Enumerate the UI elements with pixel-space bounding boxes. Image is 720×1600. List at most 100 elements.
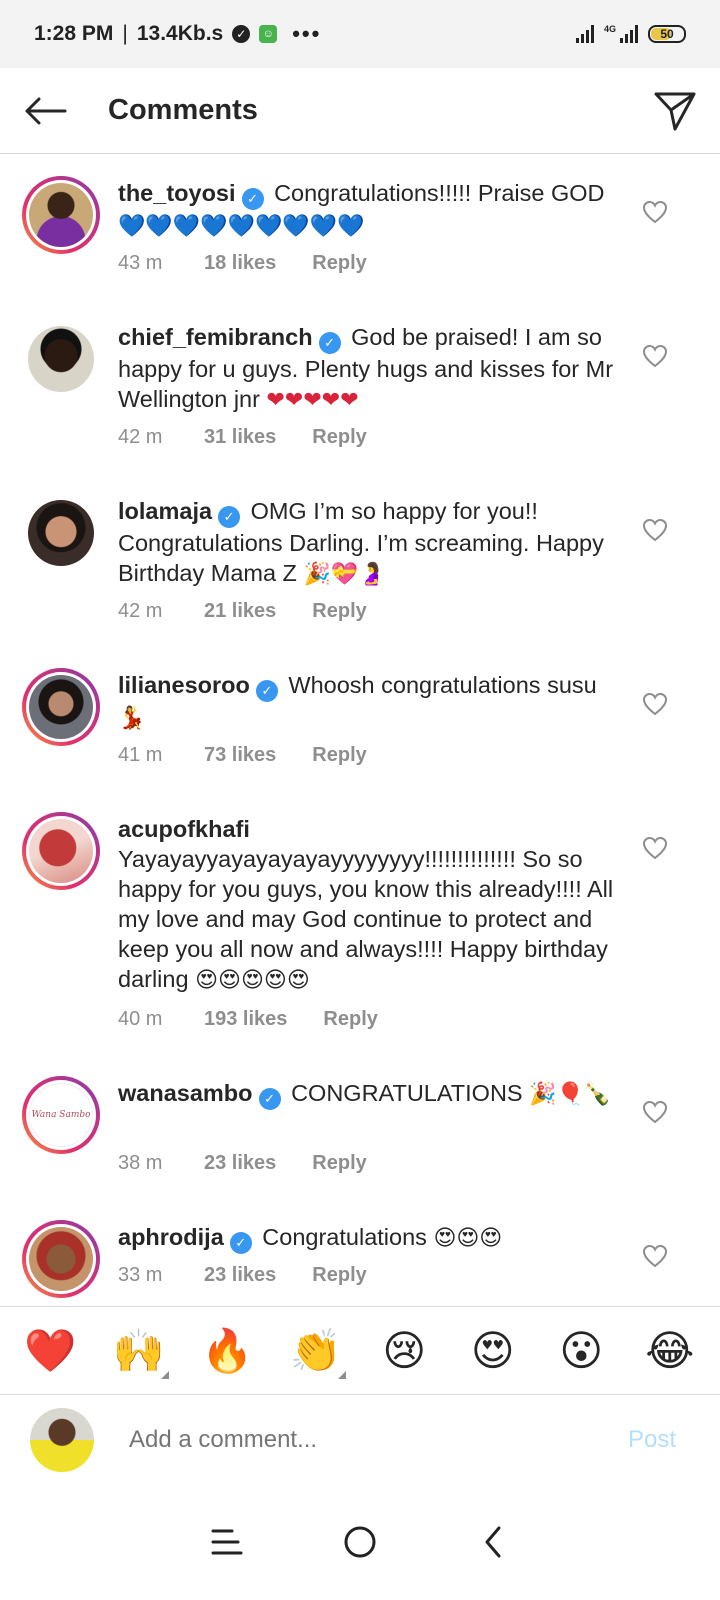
like-heart-icon[interactable] bbox=[642, 200, 668, 224]
comment-likes[interactable]: 23 likes bbox=[204, 1152, 276, 1175]
avatar-logo-text: Wana Sambo bbox=[31, 1110, 91, 1120]
status-left: 1:28 PM | 13.4Kb.s ✓ ☺ ••• bbox=[34, 21, 321, 47]
comment-text-block: lilianesoroo ✓ Whoosh congratulations sus… bbox=[118, 670, 628, 734]
emoji-raised-hands-button[interactable]: 🙌 bbox=[107, 1319, 171, 1383]
comment-text-block: wanasambo ✓ CONGRATULATIONS 🎉🎈🍾 bbox=[118, 1078, 628, 1110]
comment-meta: 42 m 21 likes Reply bbox=[118, 600, 367, 623]
avatar[interactable] bbox=[22, 812, 100, 890]
reply-button[interactable]: Reply bbox=[312, 744, 366, 767]
skin-tone-indicator-icon bbox=[160, 1370, 169, 1379]
verified-badge-icon: ✓ bbox=[258, 1088, 281, 1110]
reply-button[interactable]: Reply bbox=[312, 1264, 366, 1287]
comment-meta: 41 m 73 likes Reply bbox=[118, 744, 367, 767]
avatar[interactable]: Wana Sambo bbox=[22, 1076, 100, 1154]
comment-emojis: ❤❤❤❤❤ bbox=[266, 388, 359, 413]
verified-badge-icon: ✓ bbox=[318, 332, 341, 354]
comment-username[interactable]: acupofkhafi bbox=[118, 816, 250, 842]
verified-badge-icon: ✓ bbox=[255, 680, 278, 702]
comment-text: Congratulations!!!!! Praise GOD bbox=[274, 180, 605, 206]
comment-likes[interactable]: 21 likes bbox=[204, 600, 276, 623]
avatar[interactable] bbox=[22, 320, 100, 398]
system-navigation-bar bbox=[0, 1484, 720, 1600]
like-heart-icon[interactable] bbox=[642, 518, 668, 542]
skin-tone-indicator-icon bbox=[337, 1370, 346, 1379]
post-button[interactable]: Post bbox=[628, 1426, 676, 1454]
signal-icon-secondary bbox=[620, 25, 638, 43]
reply-button[interactable]: Reply bbox=[312, 1152, 366, 1175]
app-notification-icon: ☺ bbox=[259, 25, 278, 43]
status-separator: | bbox=[122, 22, 128, 45]
emoji-surprised-button[interactable]: 😮 bbox=[549, 1319, 613, 1383]
avatar[interactable] bbox=[22, 1220, 100, 1298]
status-network-speed: 13.4Kb.s bbox=[136, 22, 224, 45]
network-type-label: 4G bbox=[603, 24, 616, 34]
check-circle-icon: ✓ bbox=[232, 25, 251, 43]
comment-username[interactable]: lilianesoroo bbox=[118, 672, 250, 698]
status-bar: 1:28 PM | 13.4Kb.s ✓ ☺ ••• 4G 50 bbox=[0, 0, 720, 68]
comment-text: Congratulations bbox=[262, 1224, 427, 1250]
like-heart-icon[interactable] bbox=[642, 1100, 668, 1124]
like-heart-icon[interactable] bbox=[642, 692, 668, 716]
like-heart-icon[interactable] bbox=[642, 344, 668, 368]
comment-username[interactable]: chief_femibranch bbox=[118, 324, 313, 350]
emoji-fire-button[interactable]: 🔥 bbox=[195, 1319, 259, 1383]
comment-meta: 40 m 193 likes Reply bbox=[118, 1008, 378, 1031]
comment-time: 41 m bbox=[118, 744, 163, 766]
avatar[interactable] bbox=[22, 494, 100, 572]
avatar[interactable] bbox=[22, 668, 100, 746]
comment-text-block: lolamaja ✓ OMG I’m so happy for you!! Con… bbox=[118, 496, 628, 590]
share-button[interactable] bbox=[630, 68, 720, 154]
more-notifications-icon: ••• bbox=[292, 21, 322, 46]
verified-badge-icon: ✓ bbox=[218, 506, 241, 528]
comment-emojis: 😍😍😍 bbox=[433, 1226, 503, 1251]
comment-likes[interactable]: 193 likes bbox=[204, 1008, 287, 1031]
comment-emojis: 😍😍😍😍😍 bbox=[195, 968, 310, 993]
comment-text-block: the_toyosi ✓ Congratulations!!!!! Praise … bbox=[118, 178, 628, 242]
comment-meta: 42 m 31 likes Reply bbox=[118, 426, 367, 449]
comment-text: Yayayayyayayayayayyyyyyyy!!!!!!!!!!!!!! … bbox=[118, 846, 614, 992]
comment-time: 42 m bbox=[118, 600, 163, 622]
current-user-avatar bbox=[30, 1407, 94, 1472]
comment-likes[interactable]: 73 likes bbox=[204, 744, 276, 767]
home-circle-icon bbox=[344, 1526, 376, 1558]
comment-time: 43 m bbox=[118, 252, 163, 274]
comment-time: 42 m bbox=[118, 426, 163, 448]
like-heart-icon[interactable] bbox=[642, 1244, 668, 1268]
header-bar: Comments bbox=[0, 68, 720, 154]
comment-time: 40 m bbox=[118, 1008, 163, 1030]
comment-emojis: 💙💙💙💙💙💙💙💙💙 bbox=[118, 214, 365, 239]
comment-likes[interactable]: 23 likes bbox=[204, 1264, 276, 1287]
comment-time: 38 m bbox=[118, 1152, 163, 1174]
reply-button[interactable]: Reply bbox=[312, 426, 366, 449]
emoji-red-heart-button[interactable]: ❤️ bbox=[18, 1319, 82, 1383]
reply-button[interactable]: Reply bbox=[323, 1008, 377, 1031]
comments-list[interactable]: the_toyosi ✓ Congratulations!!!!! Praise … bbox=[0, 156, 720, 1306]
recent-apps-button[interactable] bbox=[197, 1512, 257, 1572]
avatar[interactable] bbox=[22, 176, 100, 254]
comment-meta: 43 m 18 likes Reply bbox=[118, 252, 367, 275]
reply-button[interactable]: Reply bbox=[312, 252, 366, 275]
comment-username[interactable]: lolamaja bbox=[118, 498, 212, 524]
comment-likes[interactable]: 31 likes bbox=[204, 426, 276, 449]
reply-button[interactable]: Reply bbox=[312, 600, 366, 623]
emoji-crying-button[interactable]: 😢 bbox=[372, 1319, 436, 1383]
status-time: 1:28 PM bbox=[34, 22, 114, 45]
home-button[interactable] bbox=[330, 1512, 390, 1572]
like-heart-icon[interactable] bbox=[642, 836, 668, 860]
comment-username[interactable]: wanasambo bbox=[118, 1080, 253, 1106]
emoji-heart-eyes-button[interactable]: 😍 bbox=[461, 1319, 525, 1383]
system-back-button[interactable] bbox=[463, 1512, 523, 1572]
comment-text: CONGRATULATIONS bbox=[291, 1080, 523, 1106]
emoji-laughing-button[interactable]: 😂 bbox=[638, 1319, 702, 1383]
comment-likes[interactable]: 18 likes bbox=[204, 252, 276, 275]
comment-emojis: 🎉🎈🍾 bbox=[529, 1082, 612, 1107]
arrow-left-icon bbox=[25, 97, 67, 124]
emoji-clapping-button[interactable]: 👏 bbox=[284, 1319, 348, 1383]
comment-username[interactable]: aphrodija bbox=[118, 1224, 224, 1250]
comment-meta: 38 m 23 likes Reply bbox=[118, 1152, 367, 1175]
comment-username[interactable]: the_toyosi bbox=[118, 180, 236, 206]
verified-badge-icon: ✓ bbox=[241, 188, 264, 210]
back-button[interactable] bbox=[0, 68, 90, 154]
comment-input[interactable] bbox=[129, 1425, 599, 1454]
comment-meta: 33 m 23 likes Reply bbox=[118, 1264, 367, 1287]
